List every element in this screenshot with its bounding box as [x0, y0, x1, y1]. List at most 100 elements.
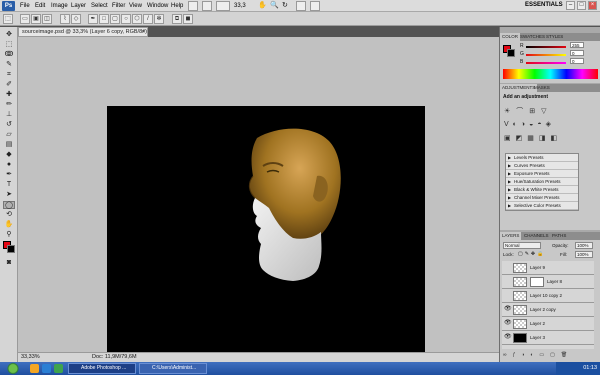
adjustment-icons-row-1[interactable]: ☀⌒⊞▽: [504, 106, 596, 116]
close-document-icon[interactable]: ×: [142, 28, 145, 36]
fill-field[interactable]: 100%: [575, 251, 593, 258]
zoom-status[interactable]: 33,33%: [21, 353, 40, 362]
preset-curves[interactable]: Curves Presets: [506, 162, 578, 170]
document-info[interactable]: Doc: 11,9M/79,6M: [92, 353, 137, 362]
type-tool-icon[interactable]: T: [3, 181, 15, 189]
hand-icon[interactable]: ✋: [258, 2, 267, 10]
adjustment-icons-row-3[interactable]: ▣◩▦◨◧: [504, 134, 596, 144]
lasso-tool-icon[interactable]: ↂ: [3, 51, 15, 59]
menu-view[interactable]: View: [129, 2, 142, 11]
zoom-level[interactable]: 33,3: [234, 2, 246, 11]
preset-hue-saturation[interactable]: Hue/Saturation Presets: [506, 178, 578, 186]
layer-mask-thumbnail[interactable]: [530, 277, 544, 287]
color-bg-swatch[interactable]: [507, 49, 515, 57]
browser-quicklaunch-icon[interactable]: [42, 364, 51, 373]
menu-file[interactable]: File: [20, 2, 30, 11]
crop-tool-icon[interactable]: ⌗: [3, 71, 15, 79]
preset-channel-mixer[interactable]: Channel Mixer Presets: [506, 194, 578, 202]
eye-icon[interactable]: 👁: [504, 334, 512, 341]
eraser-tool-icon[interactable]: ▱: [3, 131, 15, 139]
tab-color[interactable]: COLOR: [500, 33, 521, 41]
channel-b-value[interactable]: 0: [570, 58, 584, 64]
layer-row[interactable]: 👁 Layer 2 copy: [502, 303, 594, 317]
arrange-documents-icon[interactable]: [296, 1, 306, 11]
app-quicklaunch-icon[interactable]: [54, 364, 63, 373]
tab-paths[interactable]: PATHS: [550, 232, 568, 240]
move-tool-icon[interactable]: ✥: [3, 31, 15, 39]
opacity-field[interactable]: 100%: [575, 242, 593, 249]
minimize-button[interactable]: –: [566, 1, 575, 10]
quick-mask-icon[interactable]: ◙: [3, 259, 15, 267]
dodge-tool-icon[interactable]: ●: [3, 161, 15, 169]
menu-help[interactable]: Help: [171, 2, 183, 11]
gradient-tool-icon[interactable]: ▤: [3, 141, 15, 149]
shape-tool-icon[interactable]: ◯: [3, 201, 15, 209]
polygon-icon[interactable]: ⬡: [132, 14, 142, 24]
subtract-selection-icon[interactable]: ◫: [42, 14, 52, 24]
marquee-tool-icon[interactable]: ⬚: [3, 41, 15, 49]
maximize-button[interactable]: □: [577, 1, 586, 10]
path-selection-tool-icon[interactable]: ➤: [3, 191, 15, 199]
preset-selective-color[interactable]: Selective Color Presets: [506, 202, 578, 210]
hand-tool-icon[interactable]: ✋: [3, 221, 15, 229]
history-brush-tool-icon[interactable]: ↺: [3, 121, 15, 129]
rectangle-shape-icon[interactable]: □: [99, 14, 109, 24]
style-icon[interactable]: ◼: [183, 14, 193, 24]
channel-r-value[interactable]: 255: [570, 42, 584, 48]
custom-shape-icon[interactable]: ✻: [154, 14, 164, 24]
channel-g-value[interactable]: 0: [570, 50, 584, 56]
adjustment-icons-row-2[interactable]: V◐◑◒◓◈: [504, 120, 596, 130]
layer-row[interactable]: 👁 Layer 2: [502, 317, 594, 331]
rounded-rect-icon[interactable]: ▢: [110, 14, 120, 24]
explorer-quicklaunch-icon[interactable]: [30, 364, 39, 373]
line-icon[interactable]: /: [143, 14, 153, 24]
image-canvas[interactable]: [107, 106, 425, 362]
visibility-toggle-icon[interactable]: [504, 292, 511, 299]
workspace-switcher[interactable]: ESSENTIALS: [525, 2, 563, 10]
combine-paths-icon[interactable]: ⧉: [172, 14, 182, 24]
lock-icons[interactable]: ▢✎✥🔒: [518, 251, 545, 257]
document-tab[interactable]: sourceimage.psd @ 33,3% (Layer 6 copy, R…: [18, 27, 148, 43]
spectrum-ramp[interactable]: [503, 69, 598, 79]
new-selection-icon[interactable]: ▭: [20, 14, 30, 24]
bridge-icon[interactable]: [188, 1, 198, 11]
blend-mode-select[interactable]: Normal: [503, 242, 541, 249]
screen-mode-icon[interactable]: [310, 1, 320, 11]
taskbar-photoshop[interactable]: Adobe Photoshop ...: [68, 363, 136, 374]
zoom-icon[interactable]: 🔍: [270, 2, 279, 10]
menu-edit[interactable]: Edit: [35, 2, 45, 11]
layers-panel-footer-icons[interactable]: ∞ƒ◑◐▭▢🗑: [503, 352, 598, 360]
preset-levels[interactable]: Levels Presets: [506, 154, 578, 162]
channel-b-slider[interactable]: [526, 62, 566, 64]
healing-brush-tool-icon[interactable]: ✚: [3, 91, 15, 99]
pen-tool-icon[interactable]: ✒: [3, 171, 15, 179]
mini-bridge-icon[interactable]: [202, 1, 212, 11]
tab-layers[interactable]: LAYERS: [500, 232, 522, 240]
layer-row[interactable]: 👁 Layer 3: [502, 331, 594, 345]
layer-row[interactable]: Layer 10 copy 2: [502, 289, 594, 303]
menu-layer[interactable]: Layer: [71, 2, 86, 11]
preset-black-white[interactable]: Black & White Presets: [506, 186, 578, 194]
view-extras-icon[interactable]: [216, 1, 230, 11]
rotate-view-icon[interactable]: ↻: [282, 2, 290, 10]
ellipse-icon[interactable]: ○: [121, 14, 131, 24]
pen-tool-option-icon[interactable]: ✒: [88, 14, 98, 24]
add-selection-icon[interactable]: ▣: [31, 14, 41, 24]
tab-channels[interactable]: CHANNELS: [522, 232, 551, 240]
3d-rotate-tool-icon[interactable]: ⟲: [3, 211, 15, 219]
start-button[interactable]: [0, 362, 26, 375]
brush-tool-icon[interactable]: ✏: [3, 101, 15, 109]
zoom-tool-icon[interactable]: ⚲: [3, 231, 15, 239]
visibility-toggle-icon[interactable]: [504, 278, 511, 285]
taskbar-command-prompt[interactable]: C:\Users\Administ...: [139, 363, 207, 374]
menu-select[interactable]: Select: [91, 2, 108, 11]
eyedropper-tool-icon[interactable]: ✐: [3, 81, 15, 89]
channel-r-slider[interactable]: [526, 46, 566, 48]
quick-selection-tool-icon[interactable]: ✎: [3, 61, 15, 69]
path-mode-icon[interactable]: ⌇: [60, 14, 70, 24]
tab-swatches[interactable]: SWATCHES: [518, 33, 547, 41]
background-color-swatch[interactable]: [7, 245, 15, 253]
preset-exposure[interactable]: Exposure Presets: [506, 170, 578, 178]
shape-mode-icon[interactable]: ◇: [71, 14, 81, 24]
layer-row[interactable]: Layer 9: [502, 261, 594, 275]
